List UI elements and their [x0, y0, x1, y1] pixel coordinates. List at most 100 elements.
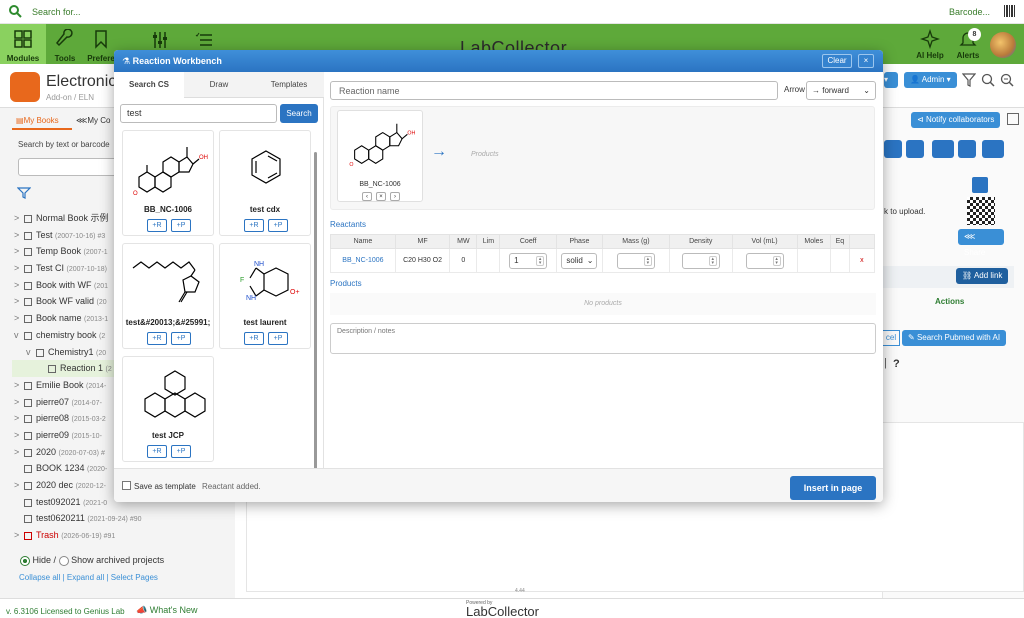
chevron-down-icon[interactable]: v	[26, 344, 31, 361]
barcode-search-input[interactable]: Barcode...	[949, 7, 990, 17]
search-pubmed-button[interactable]: ✎ Search Pubmed with AI	[902, 330, 1007, 346]
add-reactant-button[interactable]: +R	[147, 332, 167, 345]
move-left-icon[interactable]: ‹	[362, 192, 372, 201]
chevron-right-icon[interactable]: >	[14, 444, 19, 461]
coeff-input[interactable]: 1 ▴ ▾	[509, 252, 548, 269]
chevron-right-icon[interactable]: >	[14, 477, 19, 494]
file-icon[interactable]	[906, 140, 924, 158]
structure-card[interactable]: test&#20013;&#25991; +R +P	[122, 243, 214, 349]
tree-item[interactable]: test0620211 (2021-09-24) #90	[12, 510, 237, 527]
nav-tools[interactable]: Tools	[48, 24, 82, 64]
show-archived-radio[interactable]	[58, 555, 69, 566]
search-button[interactable]: Search	[280, 104, 318, 123]
clear-button[interactable]: Clear	[822, 54, 852, 68]
close-icon[interactable]: ×	[858, 54, 874, 68]
density-input[interactable]: ▴ ▾	[681, 252, 720, 269]
chevron-right-icon[interactable]: >	[14, 410, 19, 427]
global-search-input[interactable]: Search for...	[32, 7, 81, 17]
dropdown-button[interactable]: ▾	[884, 72, 898, 88]
add-reactant-button[interactable]: +R	[147, 445, 167, 458]
add-reactant-button[interactable]: +R	[244, 219, 264, 232]
tree-links[interactable]: Collapse all | Expand all | Select Pages	[19, 573, 158, 582]
chevron-right-icon[interactable]: >	[14, 260, 19, 277]
move-right-icon[interactable]: ›	[390, 192, 400, 201]
phase-select[interactable]: solid ⌄	[561, 252, 598, 269]
structure-card[interactable]: NH F NH O+ test laurent +R +P	[219, 243, 311, 349]
add-link-button[interactable]: ⛓ Add link	[956, 268, 1009, 284]
save-template-checkbox[interactable]	[122, 481, 131, 490]
structure-search-input[interactable]: test	[120, 104, 277, 123]
chevron-right-icon[interactable]: >	[14, 210, 19, 227]
trash-icon[interactable]	[958, 140, 976, 158]
canvas-reactant-card[interactable]: O OH BB_NC-1006 ‹ × ›	[337, 110, 423, 202]
zoom-icon[interactable]	[1000, 73, 1014, 87]
arrow-select[interactable]: → forward ⌄	[806, 81, 876, 100]
add-product-button[interactable]: +P	[171, 219, 191, 232]
chevron-right-icon[interactable]: >	[14, 293, 19, 310]
doc-icon[interactable]	[884, 140, 902, 158]
avatar[interactable]	[990, 32, 1016, 58]
reaction-canvas[interactable]: O OH BB_NC-1006 ‹ × › → Products	[330, 106, 875, 210]
sidebar-search-input[interactable]	[18, 158, 118, 176]
reactant-name-link[interactable]: BB_NC-1006	[330, 248, 396, 273]
mass-input[interactable]: ▴ ▾	[616, 252, 655, 269]
remove-row-button[interactable]: x	[848, 248, 876, 273]
nav-modules[interactable]: Modules	[0, 24, 46, 64]
tab-templates[interactable]: Templates	[254, 72, 324, 98]
add-product-button[interactable]: +P	[268, 332, 288, 345]
stepper-icon[interactable]: ▴ ▾	[643, 255, 652, 266]
search-icon[interactable]	[981, 73, 995, 87]
expand-icon[interactable]	[1007, 113, 1019, 125]
chevron-right-icon[interactable]: >	[14, 427, 19, 444]
card-list-scrollbar[interactable]	[314, 152, 317, 482]
stepper-icon[interactable]: ▴ ▾	[536, 255, 545, 266]
filter-icon[interactable]	[17, 186, 31, 200]
share-button[interactable]: ⋘ Share	[958, 229, 1004, 257]
chevron-down-icon[interactable]: v	[14, 327, 19, 344]
remove-icon[interactable]: ×	[376, 192, 386, 201]
tree-item[interactable]: > Trash (2026-06-19) #91	[12, 527, 237, 544]
whats-new-link[interactable]: 📣 What's New	[136, 605, 197, 616]
reaction-name-input[interactable]: Reaction name	[330, 81, 778, 100]
play-icon[interactable]	[972, 177, 988, 193]
help-question[interactable]: ?	[893, 358, 900, 370]
tab-my-collaborations[interactable]: ⋘My Co	[76, 112, 111, 130]
sliders-icon[interactable]	[150, 30, 170, 50]
chevron-right-icon[interactable]: >	[14, 277, 19, 294]
notes-textarea[interactable]: Description / notes	[330, 323, 876, 354]
chevron-right-icon[interactable]: >	[14, 227, 19, 244]
notify-collaborators-button[interactable]: ⊲ Notify collaborators	[911, 112, 1001, 128]
ai-help-button[interactable]: AI Help	[914, 26, 946, 64]
reactant-lim[interactable]	[476, 248, 501, 273]
nav-preferences[interactable]: Prefere	[84, 24, 118, 64]
structure-card[interactable]: O OH BB_NC-1006 +R +P	[122, 130, 214, 236]
add-reactant-button[interactable]: +R	[244, 332, 264, 345]
filter-icon[interactable]	[962, 73, 976, 87]
cancel-button[interactable]: cel	[882, 330, 900, 346]
tab-my-books[interactable]: ▤My Books	[12, 112, 72, 130]
chevron-right-icon[interactable]: >	[14, 394, 19, 411]
image-icon[interactable]	[982, 140, 1004, 158]
add-product-button[interactable]: +P	[171, 445, 191, 458]
tab-search-cs[interactable]: Search CS	[114, 72, 184, 98]
hide-radio[interactable]	[20, 555, 30, 566]
chevron-right-icon[interactable]: >	[14, 310, 19, 327]
stepper-icon[interactable]: ▴ ▾	[772, 255, 781, 266]
people-icon[interactable]	[932, 140, 954, 158]
tab-draw[interactable]: Draw	[184, 72, 254, 98]
stepper-icon[interactable]: ▴ ▾	[708, 255, 717, 266]
chevron-right-icon[interactable]: >	[14, 527, 19, 544]
structure-card[interactable]: test JCP +R +P	[122, 356, 214, 462]
search-icon[interactable]	[8, 4, 22, 18]
structure-card[interactable]: test cdx +R +P	[219, 130, 311, 236]
barcode-icon[interactable]	[1004, 5, 1016, 17]
list-icon[interactable]	[194, 30, 214, 50]
chevron-right-icon[interactable]: >	[14, 243, 19, 260]
volume-input[interactable]: ▴ ▾	[745, 252, 784, 269]
chevron-right-icon[interactable]: >	[14, 377, 19, 394]
add-product-button[interactable]: +P	[268, 219, 288, 232]
alerts-button[interactable]: 8 Alerts	[952, 26, 984, 64]
admin-menu[interactable]: 👤 Admin ▾	[904, 72, 957, 88]
add-product-button[interactable]: +P	[171, 332, 191, 345]
add-reactant-button[interactable]: +R	[147, 219, 167, 232]
